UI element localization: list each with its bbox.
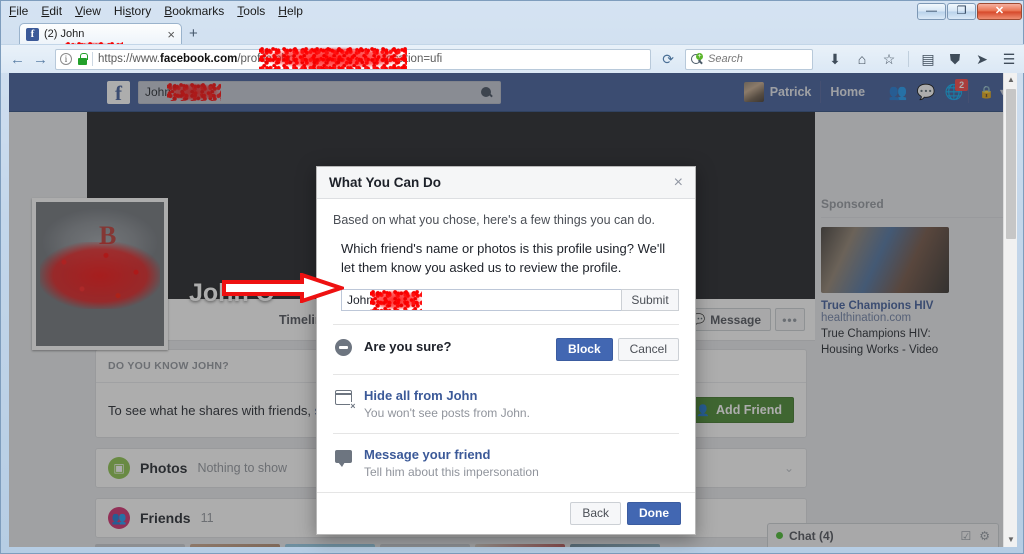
menu-edit[interactable]: Edit [41, 4, 62, 18]
block-button[interactable]: Block [555, 337, 613, 361]
cancel-button[interactable]: Cancel [617, 337, 679, 361]
window-controls: — ❐ ✕ [917, 3, 1022, 20]
tab-title: (2) John [44, 28, 160, 40]
hide-all-text: Hide all from John You won't see posts f… [364, 388, 679, 420]
url-text: https://www.facebook.com/profile.php loc… [98, 53, 442, 65]
url-prefix: https://www. [98, 53, 160, 65]
menu-bar: File Edit View History Bookmarks Tools H… [1, 1, 303, 21]
annotation-arrow-icon [222, 272, 348, 304]
url-domain: facebook.com [160, 53, 238, 65]
search-placeholder: Search [708, 53, 743, 65]
block-text: Are you sure? [364, 338, 545, 356]
dialog-header: What You Can Do × [317, 167, 695, 199]
submit-button[interactable]: Submit [621, 288, 679, 311]
scrollbar-thumb[interactable] [1006, 89, 1016, 239]
dialog-footer: Back Done [317, 491, 695, 534]
new-tab-button[interactable]: + [189, 26, 198, 41]
message-friend-text: Message your friend Tell him about this … [364, 447, 679, 479]
dialog-body: Based on what you chose, here's a few th… [317, 199, 695, 325]
menu-tools[interactable]: Tools [237, 4, 265, 18]
dialog-question-text: Which friend's name or photos is this pr… [341, 241, 666, 275]
close-icon[interactable]: × [165, 28, 177, 41]
done-button[interactable]: Done [627, 501, 681, 525]
close-window-button[interactable]: ✕ [977, 3, 1022, 20]
library-icon[interactable]: ▤ [920, 51, 936, 67]
friend-name-input[interactable]: John [341, 288, 621, 311]
screen: File Edit View History Bookmarks Tools H… [0, 0, 1024, 554]
menu-bookmarks[interactable]: Bookmarks [164, 4, 224, 18]
hide-all-subtitle: You won't see posts from John. [364, 405, 530, 420]
title-bar: File Edit View History Bookmarks Tools H… [1, 1, 1024, 21]
message-friend-subtitle: Tell him about this impersonation [364, 464, 539, 479]
dialog-title: What You Can Do [329, 175, 441, 190]
block-section: Are you sure? Block Cancel [317, 325, 695, 374]
browser-window: File Edit View History Bookmarks Tools H… [0, 0, 1024, 554]
address-bar[interactable]: i https://www.facebook.com/profile.php l… [55, 48, 652, 70]
block-actions: Block Cancel [555, 337, 679, 361]
back-icon[interactable]: ← [9, 51, 26, 68]
back-button[interactable]: Back [570, 501, 621, 525]
friend-name-value: John [347, 292, 374, 307]
menu-icon[interactable]: ☰ [1001, 51, 1017, 67]
page-info-icon[interactable]: i [60, 53, 72, 65]
bookmark-star-icon[interactable]: ☆ [881, 51, 897, 67]
menu-file[interactable]: File [9, 4, 28, 18]
menu-view[interactable]: View [75, 4, 101, 18]
message-friend-title[interactable]: Message your friend [364, 447, 679, 462]
dialog-lead-text: Based on what you chose, here's a few th… [333, 213, 656, 227]
message-icon [333, 447, 353, 468]
menu-help[interactable]: Help [278, 4, 303, 18]
browser-search-input[interactable]: + Search [685, 48, 813, 70]
facebook-favicon: f [26, 27, 39, 41]
forward-icon[interactable]: → [32, 51, 49, 68]
shield-icon[interactable]: ⛊ [947, 51, 963, 67]
reload-icon[interactable]: ⟳ [657, 51, 679, 68]
toolbar-divider [908, 51, 909, 67]
send-icon[interactable]: ➤ [974, 51, 990, 67]
what-you-can-do-dialog: What You Can Do × Based on what you chos… [316, 166, 696, 535]
search-icon: + [691, 53, 704, 65]
browser-tab[interactable]: f (2) John × [19, 23, 182, 44]
download-icon[interactable]: ⬇ [827, 51, 843, 67]
lock-icon [77, 53, 88, 65]
hide-all-section[interactable]: Hide all from John You won't see posts f… [317, 375, 695, 433]
url-path: /profile.php [237, 53, 295, 65]
menu-history[interactable]: History [114, 4, 151, 18]
minimize-button[interactable]: — [917, 3, 946, 20]
page-scrollbar[interactable]: ▲ ▼ [1003, 73, 1017, 547]
scroll-up-icon[interactable]: ▲ [1004, 73, 1017, 87]
url-suffix: location=ufi [383, 53, 443, 65]
block-title: Are you sure? [364, 338, 452, 354]
close-icon[interactable]: × [674, 174, 683, 191]
tab-title-text: (2) John [44, 28, 85, 40]
search-add-icon: + [696, 53, 703, 60]
redaction-friend-name [370, 289, 423, 310]
block-icon [333, 338, 353, 358]
message-friend-section[interactable]: Message your friend Tell him about this … [317, 434, 695, 492]
navigation-toolbar: ← → i https://www.facebook.com/profile.p… [1, 44, 1024, 73]
hide-all-title[interactable]: Hide all from John [364, 388, 679, 403]
url-divider [92, 52, 93, 66]
maximize-button[interactable]: ❐ [947, 3, 976, 20]
toolbar-icons: ⬇ ⌂ ☆ ▤ ⛊ ➤ ☰ [819, 51, 1017, 67]
friend-name-row: John Submit [333, 288, 679, 311]
tab-strip: f (2) John × + [1, 21, 1024, 62]
home-icon[interactable]: ⌂ [854, 51, 870, 67]
scroll-down-icon[interactable]: ▼ [1004, 533, 1017, 547]
hide-icon [333, 388, 356, 411]
